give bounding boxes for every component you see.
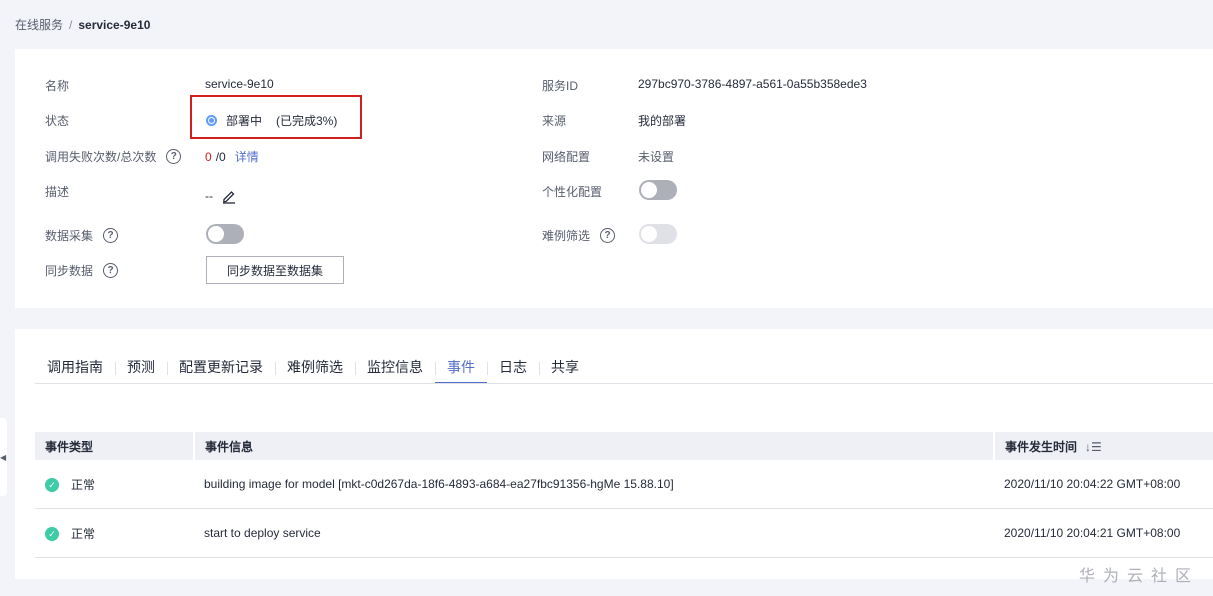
network-value: 未设置 — [638, 150, 675, 164]
breadcrumb-parent-link[interactable]: 在线服务 — [15, 18, 63, 32]
hard-example-toggle — [639, 224, 677, 244]
personal-config-toggle[interactable] — [639, 180, 677, 200]
column-header-time[interactable]: 事件发生时间 ↓☰ — [994, 432, 1213, 460]
hard-example-label-text: 难例筛选 — [542, 229, 591, 243]
event-type: 正常 — [71, 526, 96, 541]
name-label: 名称 — [45, 79, 70, 93]
source-label: 来源 — [542, 114, 567, 128]
calls-label: 调用失败次数/总次数 ? — [45, 148, 182, 165]
event-type: 正常 — [71, 477, 96, 492]
deploying-icon — [206, 115, 217, 126]
collect-label-text: 数据采集 — [45, 229, 94, 243]
name-value: service-9e10 — [205, 77, 274, 91]
tab-call-guide[interactable]: 调用指南 — [35, 354, 115, 384]
table-row: ✓ 正常 start to deploy service 2020/11/10 2… — [35, 508, 1213, 558]
event-time-cell: 2020/11/10 20:04:21 GMT+08:00 — [994, 508, 1213, 558]
breadcrumb: 在线服务 / service-9e10 — [15, 16, 150, 33]
event-type-cell: ✓ 正常 — [35, 508, 194, 558]
status-value: 部署中 (已完成3%) — [206, 112, 337, 129]
tab-bar: 调用指南 预测 配置更新记录 难例筛选 监控信息 事件 日志 共享 — [35, 354, 591, 384]
personal-config-label: 个性化配置 — [542, 185, 603, 199]
desc-label: 描述 — [45, 185, 70, 199]
sidebar-collapse-handle[interactable]: ◀ — [0, 418, 7, 496]
status-progress: (已完成3%) — [276, 114, 338, 128]
tabs-divider — [35, 383, 1213, 384]
column-header-info: 事件信息 — [194, 432, 995, 460]
breadcrumb-separator: / — [69, 18, 73, 32]
table-header-row: 事件类型 事件信息 事件发生时间 ↓☰ — [35, 432, 1213, 460]
success-check-icon: ✓ — [45, 478, 59, 493]
calls-label-text: 调用失败次数/总次数 — [45, 150, 157, 164]
tab-config-history[interactable]: 配置更新记录 — [167, 354, 275, 384]
status-label: 状态 — [45, 114, 70, 128]
calls-detail-link[interactable]: 详情 — [235, 148, 259, 165]
watermark: 华为云社区 — [1078, 568, 1199, 585]
source-value: 我的部署 — [638, 114, 687, 128]
calls-value: 0 /0 详情 — [205, 148, 259, 165]
tab-logs[interactable]: 日志 — [487, 354, 539, 384]
chevron-left-icon: ◀ — [0, 452, 7, 462]
event-type-cell: ✓ 正常 — [35, 460, 194, 509]
tab-monitoring[interactable]: 监控信息 — [355, 354, 435, 384]
desc-value: -- — [205, 188, 237, 204]
tab-panel-card: 调用指南 预测 配置更新记录 难例筛选 监控信息 事件 日志 共享 事件类型 事… — [15, 329, 1213, 579]
tab-share[interactable]: 共享 — [539, 354, 591, 384]
event-time-cell: 2020/11/10 20:04:22 GMT+08:00 — [994, 460, 1213, 509]
sync-label: 同步数据 ? — [45, 262, 119, 279]
tab-hard-example[interactable]: 难例筛选 — [275, 354, 355, 384]
data-collect-toggle[interactable] — [206, 224, 244, 244]
sync-dataset-button[interactable]: 同步数据至数据集 — [206, 256, 344, 284]
tab-predict[interactable]: 预测 — [115, 354, 167, 384]
service-id-value: 297bc970-3786-4897-a561-0a55b358ede3 — [638, 77, 867, 91]
edit-icon[interactable] — [221, 188, 237, 204]
hard-example-label: 难例筛选 ? — [542, 227, 616, 244]
calls-total: /0 — [215, 149, 226, 164]
service-id-label: 服务ID — [542, 79, 579, 93]
network-label: 网络配置 — [542, 150, 591, 164]
sort-icon[interactable]: ↓☰ — [1085, 440, 1102, 454]
column-header-time-text: 事件发生时间 — [1005, 439, 1078, 454]
desc-text: -- — [205, 189, 213, 203]
status-text: 部署中 — [226, 114, 263, 128]
tab-events[interactable]: 事件 — [435, 354, 487, 384]
help-icon[interactable]: ? — [103, 228, 119, 243]
event-info-cell: start to deploy service — [194, 508, 994, 558]
events-table: 事件类型 事件信息 事件发生时间 ↓☰ ✓ 正常 building image fo… — [35, 432, 1213, 558]
sync-label-text: 同步数据 — [45, 264, 94, 278]
help-icon[interactable]: ? — [166, 149, 182, 164]
success-check-icon: ✓ — [45, 527, 59, 542]
column-header-type: 事件类型 — [35, 432, 195, 460]
table-row: ✓ 正常 building image for model [mkt-c0d267… — [35, 460, 1213, 509]
service-info-card: 名称 service-9e10 状态 部署中 (已完成3%) 调用失败次数/总次… — [15, 49, 1213, 308]
calls-failed: 0 — [205, 149, 212, 164]
collect-label: 数据采集 ? — [45, 227, 119, 244]
help-icon[interactable]: ? — [103, 263, 119, 278]
event-info-cell: building image for model [mkt-c0d267da-1… — [194, 460, 994, 509]
breadcrumb-current: service-9e10 — [78, 18, 151, 32]
help-icon[interactable]: ? — [600, 228, 616, 243]
